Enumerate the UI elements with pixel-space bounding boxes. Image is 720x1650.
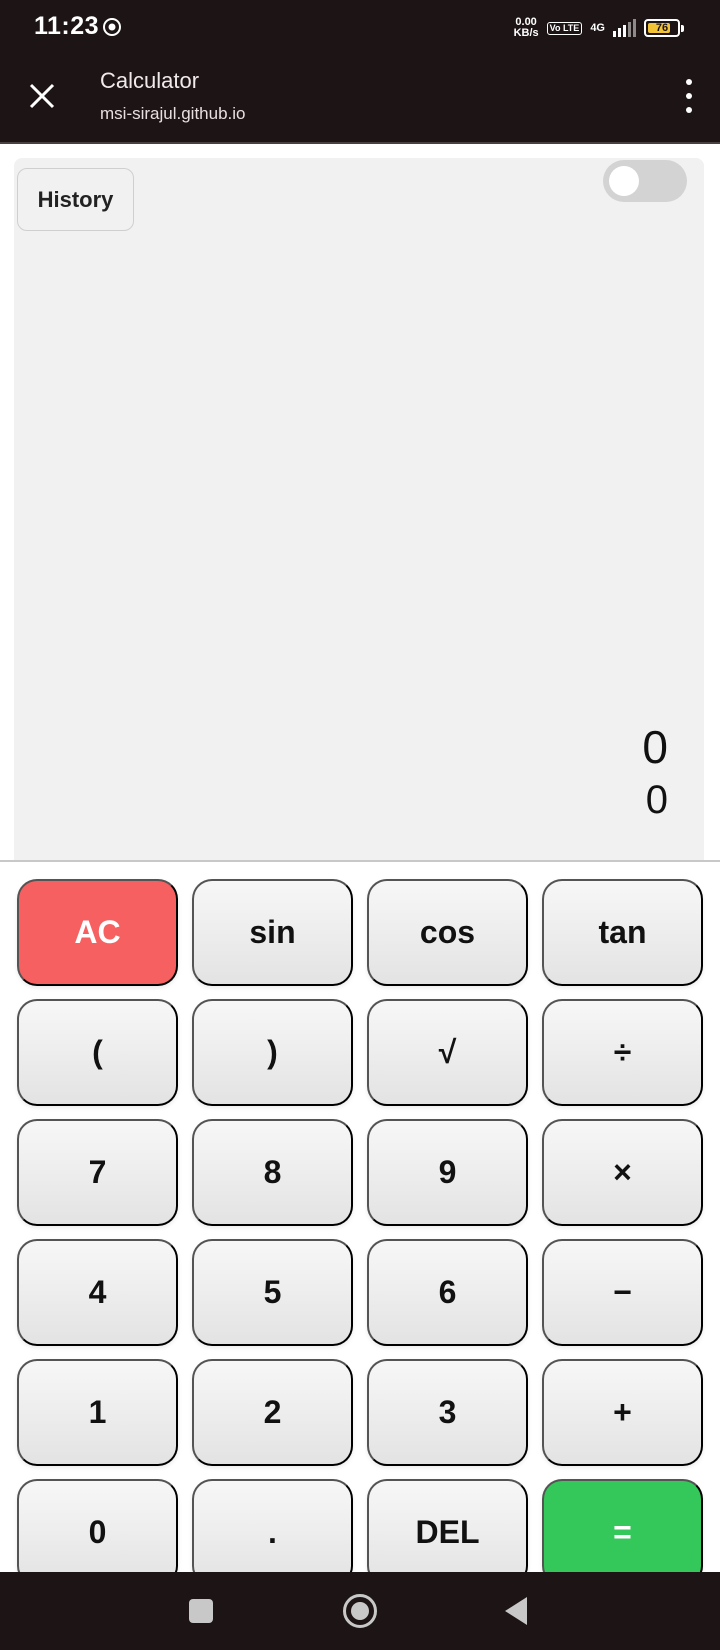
- recents-icon[interactable]: [189, 1599, 213, 1623]
- decimal-button[interactable]: .: [192, 1479, 353, 1586]
- digit-3-button[interactable]: 3: [367, 1359, 528, 1466]
- home-icon[interactable]: [343, 1594, 377, 1628]
- overflow-menu-icon[interactable]: [682, 79, 696, 113]
- display-divider: [0, 860, 720, 862]
- open-paren-button[interactable]: (: [17, 999, 178, 1106]
- toolbar-divider: [0, 142, 720, 144]
- back-icon[interactable]: [505, 1597, 527, 1625]
- status-bar: 11:23 0.00 KB/s Vo LTE 4G 76: [0, 0, 720, 54]
- volte-icon: Vo LTE: [546, 21, 583, 35]
- expression-display: 0: [642, 721, 668, 773]
- add-button[interactable]: +: [542, 1359, 703, 1466]
- theme-toggle[interactable]: [603, 160, 687, 202]
- result-display: 0: [645, 778, 668, 822]
- signal-icon: [613, 19, 636, 37]
- network-type: 4G: [590, 21, 605, 34]
- custom-tab-toolbar: Calculator msi-sirajul.github.io: [0, 54, 720, 142]
- subtract-button[interactable]: −: [542, 1239, 703, 1346]
- battery-icon: 76: [644, 19, 684, 37]
- history-button[interactable]: History: [17, 168, 134, 231]
- cos-button[interactable]: cos: [367, 879, 528, 986]
- divide-button[interactable]: ÷: [542, 999, 703, 1106]
- toggle-knob: [609, 166, 639, 196]
- system-nav-bar: [0, 1572, 720, 1650]
- page-title: Calculator: [100, 68, 200, 93]
- net-speed: 0.00 KB/s: [513, 16, 539, 39]
- close-icon[interactable]: [22, 76, 62, 116]
- digit-8-button[interactable]: 8: [192, 1119, 353, 1226]
- digit-0-button[interactable]: 0: [17, 1479, 178, 1586]
- status-icons: 0.00 KB/s Vo LTE 4G 76: [513, 14, 684, 42]
- digit-4-button[interactable]: 4: [17, 1239, 178, 1346]
- delete-button[interactable]: DEL: [367, 1479, 528, 1586]
- digit-5-button[interactable]: 5: [192, 1239, 353, 1346]
- sqrt-button[interactable]: √: [367, 999, 528, 1106]
- equals-button[interactable]: =: [542, 1479, 703, 1586]
- page-url: msi-sirajul.github.io: [100, 104, 246, 123]
- digit-1-button[interactable]: 1: [17, 1359, 178, 1466]
- clear-all-button[interactable]: AC: [17, 879, 178, 986]
- sin-button[interactable]: sin: [192, 879, 353, 986]
- digit-6-button[interactable]: 6: [367, 1239, 528, 1346]
- multiply-button[interactable]: ×: [542, 1119, 703, 1226]
- digit-2-button[interactable]: 2: [192, 1359, 353, 1466]
- clock: 11:23: [34, 12, 100, 40]
- chrome-notification-icon: [103, 18, 121, 36]
- digit-9-button[interactable]: 9: [367, 1119, 528, 1226]
- calculator-display: History 0 0: [14, 158, 704, 860]
- tan-button[interactable]: tan: [542, 879, 703, 986]
- close-paren-button[interactable]: ): [192, 999, 353, 1106]
- digit-7-button[interactable]: 7: [17, 1119, 178, 1226]
